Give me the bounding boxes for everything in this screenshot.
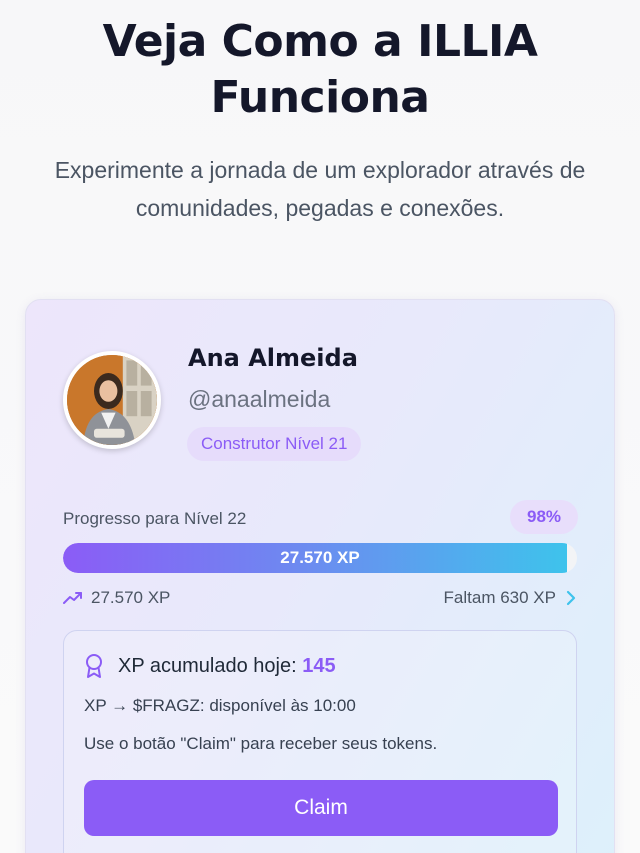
remaining-xp-value: Faltam 630 XP (443, 588, 556, 607)
current-xp: 27.570 XP (63, 588, 170, 608)
xp-conversion-info: XP → $FRAGZ: disponível às 10:00 (84, 696, 356, 715)
page-title: Veja Como a ILLIA Funciona (102, 16, 538, 123)
xp-today-panel: XP acumulado hoje: 145 XP → $FRAGZ: disp… (63, 630, 577, 853)
progress-label: Progresso para Nível 22 (63, 509, 247, 528)
chevron-right-icon (566, 590, 576, 606)
trending-up-icon (63, 591, 83, 605)
claim-hint: Use o botão "Claim" para receber seus to… (84, 734, 438, 753)
award-icon (84, 653, 104, 679)
progress-bar: 27.570 XP (63, 543, 577, 573)
profile-card: Ana Almeida @anaalmeida Construtor Nível… (25, 299, 615, 853)
current-xp-value: 27.570 XP (91, 588, 171, 607)
avatar (63, 351, 161, 449)
remaining-xp[interactable]: Faltam 630 XP (444, 588, 576, 608)
level-badge: Construtor Nível 21 (187, 427, 362, 461)
xp-today-label: XP acumulado hoje: (118, 654, 297, 677)
user-name: Ana Almeida (188, 344, 358, 372)
xp-today-value: 145 (302, 654, 336, 677)
page-subtitle: Experimente a jornada de um explorador a… (54, 157, 586, 221)
user-handle: @anaalmeida (188, 386, 331, 412)
progress-bar-label: 27.570 XP (280, 548, 360, 567)
xp-today-row: XP acumulado hoje: 145 (84, 653, 336, 679)
claim-button[interactable]: Claim (84, 780, 558, 836)
progress-percent-badge: 98% (510, 500, 578, 534)
